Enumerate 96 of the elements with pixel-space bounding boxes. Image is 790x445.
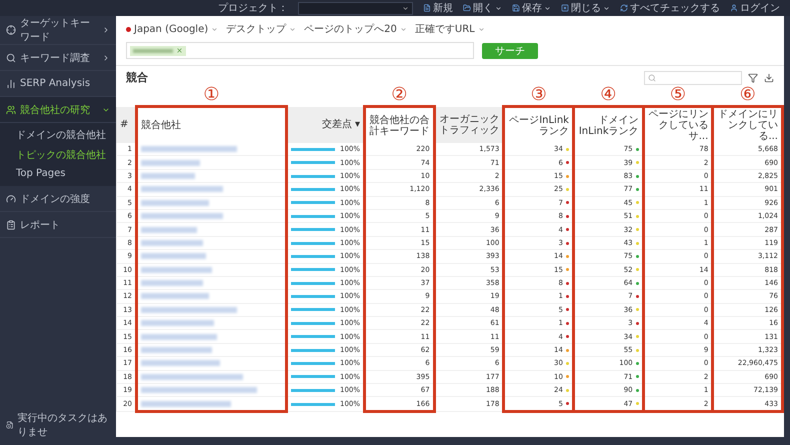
chevron-icon — [102, 54, 110, 62]
blurred-tag-text — [133, 48, 173, 52]
user-icon — [730, 4, 738, 12]
filter-dropdown[interactable]: ページのトップへ20 — [304, 22, 407, 36]
callout-number: ⑥ — [740, 84, 756, 105]
chevron-icon — [102, 26, 110, 34]
caret-icon — [544, 4, 551, 12]
intersection-bar — [291, 161, 335, 164]
blurred-domain — [141, 200, 209, 206]
column-header[interactable]: ドメインInLinkランク — [573, 106, 644, 143]
intersection-bar — [291, 188, 335, 191]
project-select[interactable] — [298, 2, 413, 14]
toolbar-button[interactable]: 保存 — [512, 1, 551, 15]
intersection-bar — [291, 228, 335, 232]
intersection-bar — [291, 174, 335, 178]
toolbar-button[interactable]: ログイン — [730, 1, 780, 15]
sidebar-item[interactable]: 競合他社の研究 — [0, 97, 116, 123]
intersection-bar — [291, 242, 335, 244]
people-icon — [6, 104, 16, 114]
domain-input-field[interactable] — [126, 42, 474, 59]
toolbar-button[interactable]: 閉じる — [561, 1, 610, 15]
caret-icon — [495, 4, 502, 12]
intersection-bar — [291, 214, 335, 218]
blurred-domain — [141, 280, 204, 286]
sidebar-subitem[interactable]: トピックの競合他社 — [0, 145, 116, 165]
caret-icon — [478, 26, 485, 32]
intersection-bar — [291, 268, 335, 272]
intersection-bar — [291, 362, 335, 366]
refresh-icon — [620, 4, 628, 12]
intersection-bar — [291, 388, 335, 392]
column-header[interactable]: ページにリンクしているサ... — [643, 106, 713, 143]
caret-icon — [211, 26, 218, 32]
intersection-bar — [291, 348, 335, 352]
search-icon — [6, 52, 16, 62]
column-header[interactable]: 交差点 ▾ — [286, 106, 364, 143]
column-header[interactable]: 競合他社の合計キーワード — [364, 106, 434, 143]
blurred-domain — [141, 226, 198, 233]
results-title: 競合 — [126, 70, 148, 85]
blurred-domain — [141, 266, 212, 273]
caret-icon — [400, 26, 407, 32]
blurred-domain — [141, 293, 209, 300]
intersection-bar — [291, 375, 335, 378]
project-label: プロジェクト： — [218, 2, 288, 15]
intersection-bar — [291, 148, 335, 151]
intersection-bar — [291, 322, 335, 325]
intersection-bar — [291, 308, 335, 312]
clipboard-icon — [6, 220, 16, 230]
blurred-domain — [141, 347, 212, 354]
callout-number: ① — [203, 84, 220, 105]
table-search-field[interactable] — [644, 70, 742, 84]
folder-icon — [463, 4, 471, 12]
column-header[interactable]: 競合他社 — [136, 106, 286, 143]
toolbar-button[interactable]: すべてチェックする — [620, 1, 720, 15]
filter-dropdown[interactable]: デスクトップ — [226, 22, 296, 36]
close-icon — [561, 4, 569, 12]
task-status: 実行中のタスクはありませ — [0, 405, 116, 445]
bar-chart-icon — [6, 78, 16, 88]
intersection-bar — [291, 335, 335, 338]
blurred-domain — [141, 253, 206, 260]
flag-icon — [126, 26, 131, 32]
toolbar-button[interactable]: 新規 — [423, 1, 453, 15]
close-icon[interactable] — [176, 47, 183, 54]
callout-number: ③ — [530, 84, 547, 105]
callout-number: ⑤ — [670, 84, 686, 105]
document-icon — [423, 4, 431, 12]
caret-icon — [603, 4, 610, 12]
blurred-domain — [141, 240, 204, 246]
column-header[interactable]: ページInLinkランク — [504, 106, 574, 143]
blurred-domain — [141, 160, 200, 166]
toolbar-button[interactable]: 開く — [463, 1, 502, 15]
task-icon — [6, 420, 14, 430]
filter-dropdown[interactable]: Japan (Google) — [126, 24, 218, 34]
caret-icon — [402, 4, 409, 12]
sidebar-subitem[interactable]: ドメインの競合他社 — [0, 125, 116, 145]
filter-dropdown[interactable]: 正確ですURL — [414, 22, 485, 36]
gauge-icon — [6, 194, 16, 204]
blurred-domain — [141, 172, 195, 179]
column-header[interactable]: ドメインにリンクしている... — [712, 106, 782, 143]
save-icon — [512, 4, 520, 12]
caret-icon — [289, 26, 296, 32]
sidebar-item[interactable]: レポート — [0, 212, 116, 238]
filter-icon[interactable] — [748, 72, 758, 82]
column-header[interactable]: # — [116, 106, 136, 143]
intersection-bar — [291, 402, 335, 406]
intersection-bar — [291, 282, 335, 285]
callout-number: ④ — [600, 84, 616, 105]
intersection-bar — [291, 295, 335, 298]
sidebar-subitem[interactable]: Top Pages — [0, 165, 116, 182]
sidebar-item[interactable]: ドメインの強度 — [0, 186, 116, 212]
search-icon — [648, 74, 656, 82]
intersection-bar — [291, 254, 335, 258]
intersection-bar — [291, 201, 335, 204]
target-icon — [6, 25, 16, 35]
callout-number: ② — [391, 84, 408, 105]
column-header[interactable]: オーガニックトラフィック — [434, 106, 504, 143]
download-icon[interactable] — [764, 72, 774, 82]
